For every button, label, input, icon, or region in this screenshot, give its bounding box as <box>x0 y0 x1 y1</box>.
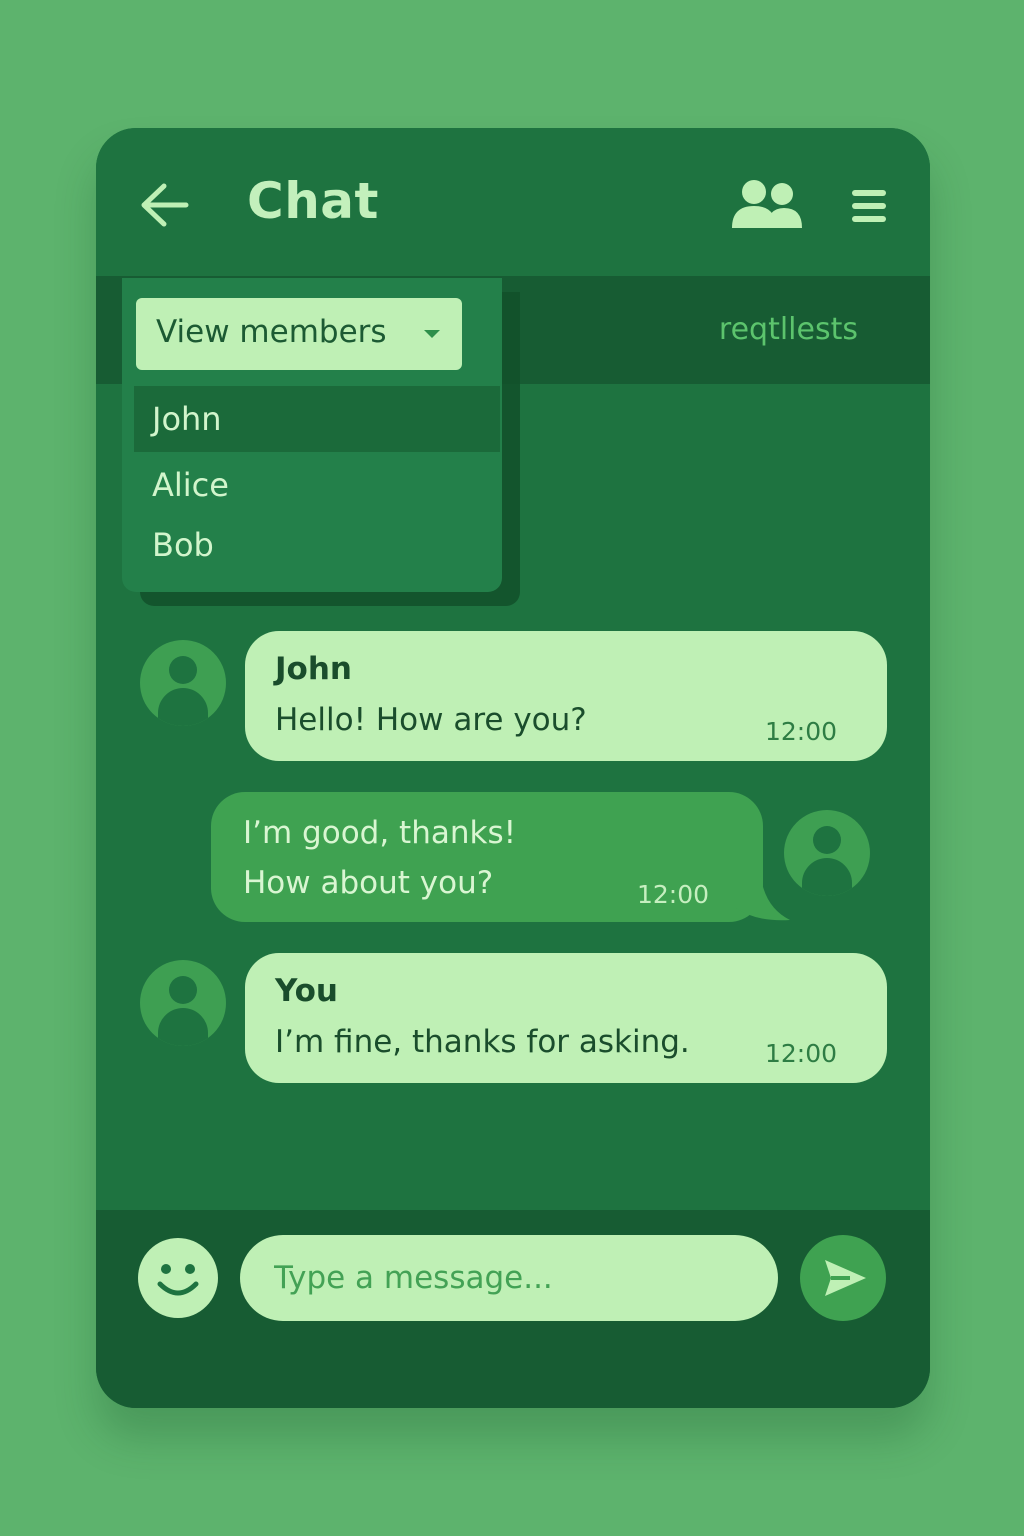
hamburger-menu-icon[interactable] <box>848 184 892 228</box>
avatar <box>784 810 870 896</box>
avatar-body <box>802 858 852 896</box>
message-time: 12:00 <box>637 880 710 909</box>
message-text: Hello! How are you? <box>275 702 587 738</box>
emoji-button[interactable] <box>138 1238 218 1318</box>
arrow-left-icon[interactable] <box>136 180 192 230</box>
member-item-bob[interactable]: Bob <box>134 512 500 578</box>
avatar <box>140 960 226 1046</box>
avatar <box>140 640 226 726</box>
chat-header: Chat <box>96 128 930 276</box>
send-button[interactable] <box>800 1235 886 1321</box>
group-icon[interactable] <box>732 178 804 230</box>
avatar-body <box>158 1008 208 1046</box>
message-input[interactable] <box>240 1235 778 1321</box>
member-item-john[interactable]: John <box>134 386 500 452</box>
avatar-head <box>169 656 197 684</box>
message-text-line1: I’m good, thanks! <box>243 815 517 851</box>
message-bubble: John Hello! How are you? 12:00 <box>245 631 887 761</box>
page-title: Chat <box>247 172 379 230</box>
avatar-body <box>158 688 208 726</box>
message-sender: You <box>275 973 338 1009</box>
smiley-icon <box>157 1264 199 1296</box>
chevron-down-icon <box>424 330 440 338</box>
tab-requests[interactable]: reqtllests <box>719 312 858 347</box>
member-item-alice[interactable]: Alice <box>134 452 500 518</box>
message-time: 12:00 <box>765 1039 838 1068</box>
view-members-dropdown[interactable]: View members <box>136 298 462 370</box>
avatar-head <box>813 826 841 854</box>
send-icon <box>825 1260 866 1296</box>
dropdown-label: View members <box>156 314 387 350</box>
message-text: I’m fine, thanks for asking. <box>275 1024 690 1060</box>
chat-window: Chat reqtllests View members John Alice … <box>96 128 930 1408</box>
avatar-head <box>169 976 197 1004</box>
message-time: 12:00 <box>765 717 838 746</box>
message-bubble: I’m good, thanks! How about you? 12:00 <box>211 792 763 922</box>
bubble-tail <box>736 868 790 921</box>
message-text-line2: How about you? <box>243 865 494 901</box>
message-bubble: You I’m fine, thanks for asking. 12:00 <box>245 953 887 1083</box>
message-composer <box>96 1210 930 1408</box>
message-sender: John <box>275 651 352 687</box>
